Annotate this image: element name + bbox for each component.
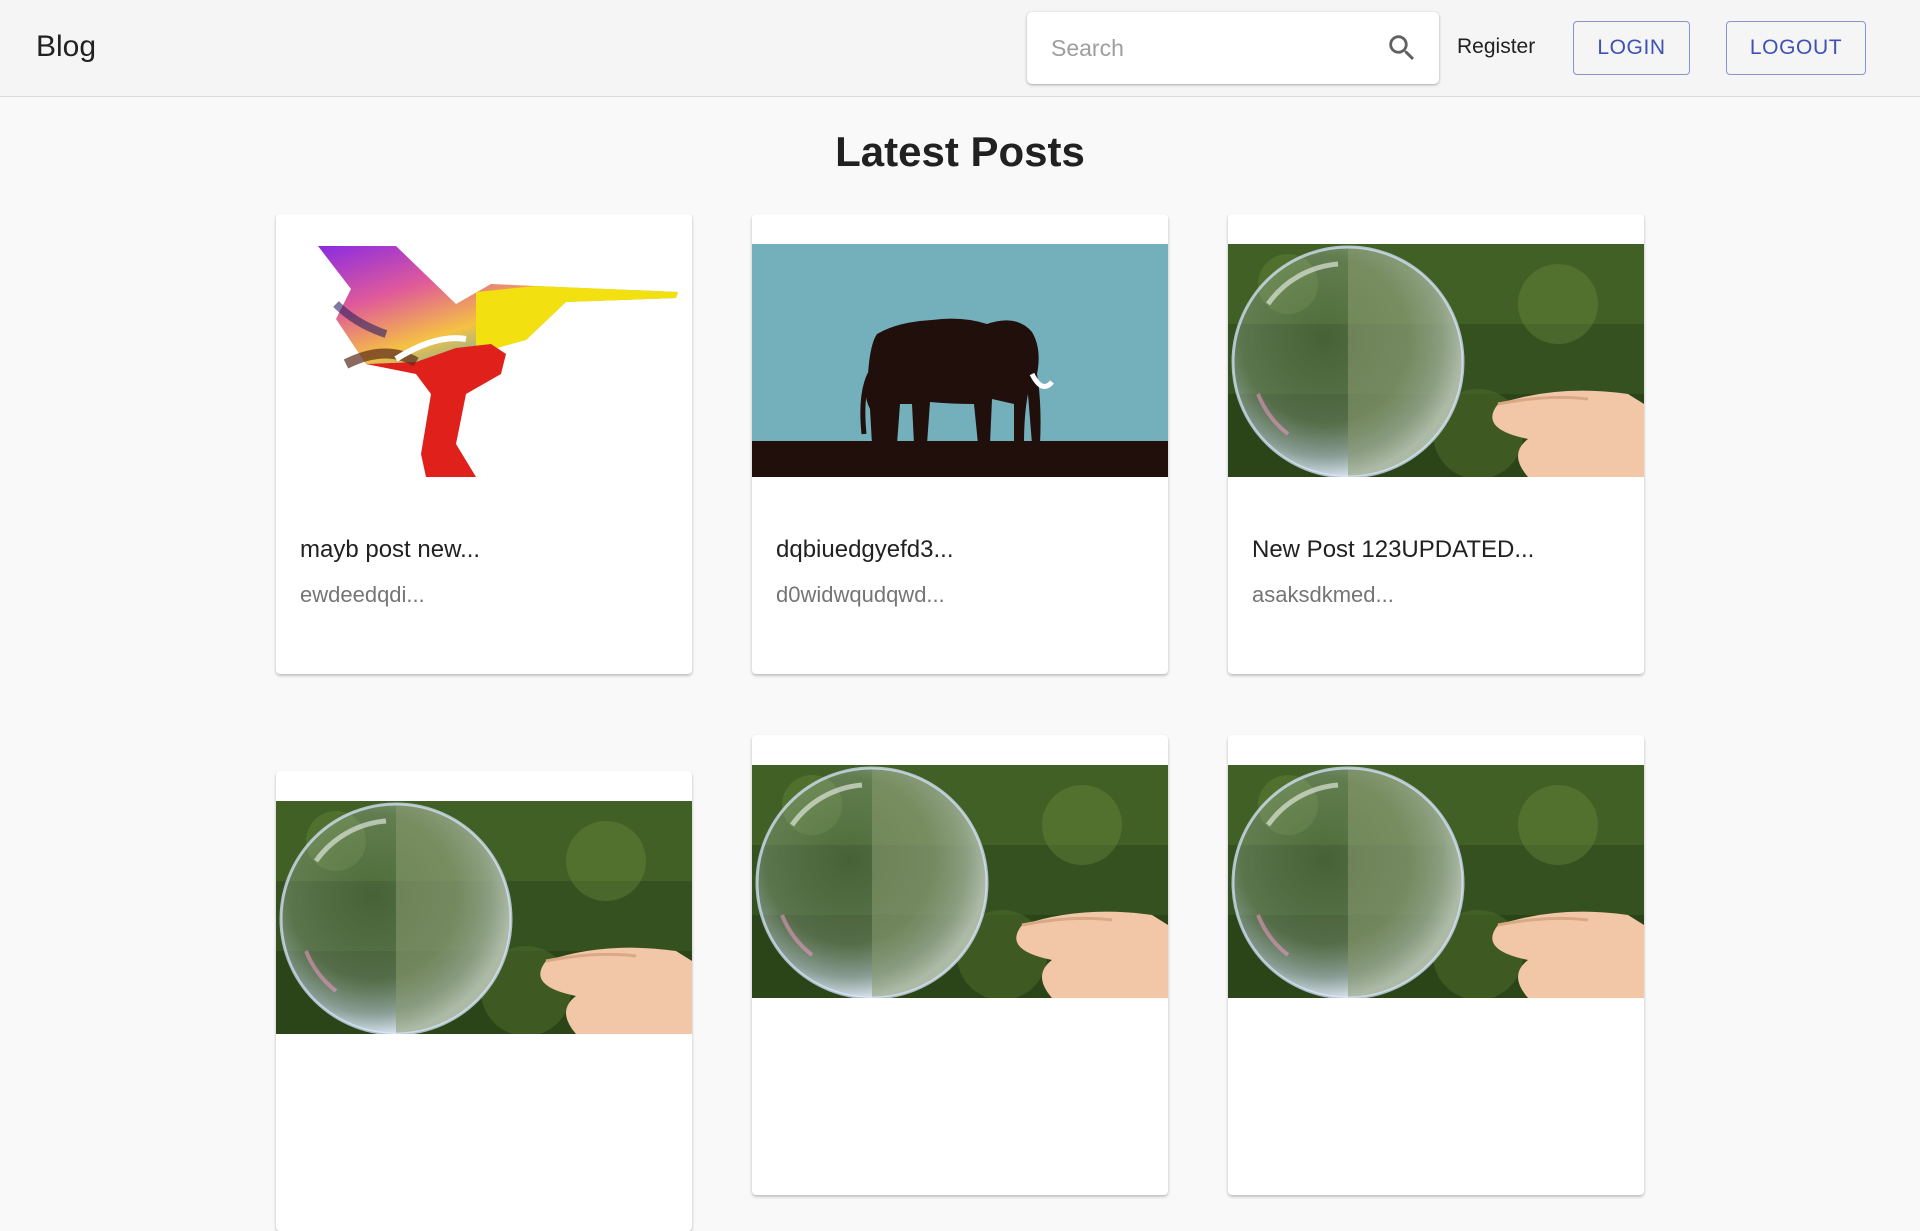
post-excerpt: asaksdkmed...: [1252, 582, 1394, 607]
logout-button[interactable]: LOGOUT: [1726, 21, 1866, 75]
bubble-photo-icon: [276, 801, 692, 1034]
abstract-bird-icon: [276, 244, 692, 477]
post-image-bubble[interactable]: [1228, 244, 1644, 477]
post-excerpt: ewdeedqdi...: [300, 582, 425, 607]
post-title[interactable]: New Post 123UPDATED...: [1252, 536, 1534, 564]
post-image-elephant[interactable]: [752, 244, 1168, 477]
search-icon[interactable]: [1385, 31, 1419, 65]
bubble-photo-icon: [752, 765, 1168, 998]
search-input[interactable]: [1051, 30, 1371, 66]
post-card[interactable]: [752, 735, 1168, 1195]
post-card[interactable]: dqbiuedgyefd3... d0widwqudqwd...: [752, 214, 1168, 674]
post-image-bubble[interactable]: [1228, 765, 1644, 998]
page-title: Latest Posts: [835, 128, 1085, 175]
post-image-bubble[interactable]: [752, 765, 1168, 998]
post-image-bubble[interactable]: [276, 801, 692, 1034]
post-title[interactable]: mayb post new...: [300, 536, 480, 564]
search-box[interactable]: [1027, 12, 1439, 84]
post-card[interactable]: mayb post new... ewdeedqdi...: [276, 214, 692, 674]
bubble-photo-icon: [1228, 244, 1644, 477]
brand-title[interactable]: Blog: [36, 30, 96, 64]
elephant-icon: [752, 244, 1168, 477]
post-title[interactable]: dqbiuedgyefd3...: [776, 536, 953, 564]
login-button[interactable]: LOGIN: [1573, 21, 1690, 75]
app-bar: Blog Register LOGIN LOGOUT: [0, 0, 1920, 97]
post-card[interactable]: [276, 771, 692, 1231]
post-card[interactable]: New Post 123UPDATED... asaksdkmed...: [1228, 214, 1644, 674]
post-card[interactable]: [1228, 735, 1644, 1195]
bubble-photo-icon: [1228, 765, 1644, 998]
register-link[interactable]: Register: [1457, 35, 1535, 59]
post-excerpt: d0widwqudqwd...: [776, 582, 945, 607]
post-image-abstract-bird[interactable]: [276, 244, 692, 477]
